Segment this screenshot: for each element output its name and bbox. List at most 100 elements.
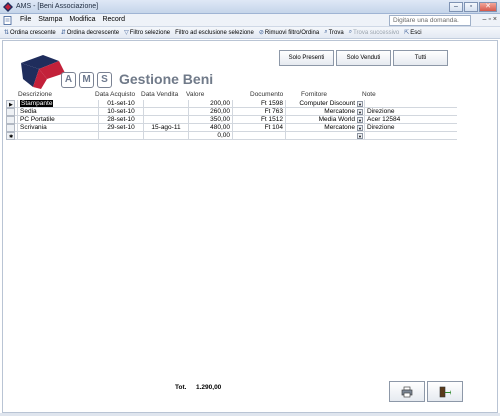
col-header-data-vendita: Data Vendita — [141, 91, 179, 98]
dropdown-arrow-icon[interactable]: ▼ — [357, 109, 363, 115]
sort-ascending-button[interactable]: ⇅ Ordina crescente — [4, 29, 56, 37]
cell-documento[interactable]: Ft 104 — [232, 124, 285, 132]
maximize-button[interactable]: ▫ — [464, 2, 478, 12]
table-row[interactable]: Sedia 10-set-10 260,00 Ft 763 Mercatone ▼… — [6, 108, 457, 116]
document-icon[interactable] — [3, 16, 12, 25]
dropdown-arrow-icon[interactable]: ▼ — [357, 133, 363, 139]
cell-documento[interactable]: Ft 1598 — [232, 100, 285, 108]
cell-note[interactable]: Direzione — [364, 124, 457, 132]
cell-fornitore[interactable]: Media World ▼ — [285, 116, 364, 124]
cell-data-vendita[interactable] — [143, 108, 188, 116]
cell-fornitore[interactable]: Computer Discount ▼ — [285, 100, 364, 108]
logo-letter-s: S — [97, 72, 112, 88]
exit-door-icon — [439, 386, 451, 397]
filter-exclusion-button[interactable]: Filtro ad esclusione selezione — [175, 29, 254, 36]
cell-descrizione[interactable]: Sedia — [17, 108, 98, 116]
new-record-selector[interactable]: ✱ — [6, 132, 15, 140]
menu-record[interactable]: Record — [102, 16, 125, 23]
record-selector[interactable] — [6, 116, 15, 124]
table-row[interactable]: PC Portatile 28-set-10 350,00 Ft 1512 Me… — [6, 116, 457, 124]
cell-valore[interactable]: 350,00 — [188, 116, 232, 124]
exit-button[interactable]: ⇱ Esci — [404, 29, 421, 37]
find-next-icon: ⌕ — [348, 29, 353, 35]
sort-descending-icon: ⇵ — [60, 30, 66, 36]
app-icon — [3, 2, 13, 12]
remove-filter-icon: ⊘ — [258, 30, 264, 36]
record-selector[interactable]: ▶ — [6, 100, 15, 108]
cell-data-acquisto[interactable]: 28-set-10 — [98, 116, 143, 124]
menu-file[interactable]: File — [20, 16, 31, 23]
cell-fornitore[interactable]: Mercatone ▼ — [285, 124, 364, 132]
cell-documento[interactable]: Ft 1512 — [232, 116, 285, 124]
cell-data-vendita[interactable] — [143, 100, 188, 108]
records-grid: ▶ Stampante 01-set-10 200,00 Ft 1598 Com… — [6, 100, 457, 140]
cell-valore[interactable]: 480,00 — [188, 124, 232, 132]
menu-bar: File Stampa Modifica Record Digitare una… — [0, 14, 500, 27]
logo-letter-a: A — [61, 72, 76, 88]
cell-data-vendita[interactable] — [143, 116, 188, 124]
col-header-fornitore: Fornitore — [301, 91, 328, 98]
col-header-documento: Documento — [250, 91, 284, 98]
sort-descending-button[interactable]: ⇵ Ordina decrescente — [60, 29, 119, 37]
record-selector[interactable] — [6, 108, 15, 116]
toolbar: ⇅ Ordina crescente ⇵ Ordina decrescente ▽ F… — [0, 27, 500, 39]
solo-presenti-button[interactable]: Solo Presenti — [279, 50, 334, 66]
cell-data-acquisto[interactable] — [98, 132, 143, 140]
print-button[interactable] — [389, 381, 425, 402]
cell-documento[interactable]: Ft 763 — [232, 108, 285, 116]
solo-venduti-button[interactable]: Solo Venduti — [336, 50, 391, 66]
cell-valore[interactable]: 0,00 — [188, 132, 232, 140]
col-header-data-acquisto: Data Acquisto — [95, 91, 136, 98]
mdi-restore-button[interactable]: ▫ — [488, 16, 490, 23]
menu-modifica[interactable]: Modifica — [69, 16, 95, 23]
ams-logo — [21, 55, 65, 89]
exit-form-button[interactable] — [427, 381, 463, 402]
new-record-row[interactable]: ✱ 0,00 ▼ — [6, 132, 457, 140]
dropdown-arrow-icon[interactable]: ▼ — [357, 125, 363, 131]
cell-descrizione[interactable]: Stampante — [17, 100, 98, 108]
cell-data-acquisto[interactable]: 10-set-10 — [98, 108, 143, 116]
cell-data-acquisto[interactable]: 01-set-10 — [98, 100, 143, 108]
cell-data-vendita[interactable]: 15-ago-11 — [143, 124, 188, 132]
mdi-minimize-button[interactable]: – — [483, 16, 487, 23]
printer-icon — [401, 386, 413, 397]
cell-data-acquisto[interactable]: 29-set-10 — [98, 124, 143, 132]
help-search-input[interactable]: Digitare una domanda. — [389, 15, 471, 26]
logo-letter-m: M — [79, 72, 94, 88]
record-selector[interactable] — [6, 124, 15, 132]
cell-fornitore[interactable]: Mercatone ▼ — [285, 108, 364, 116]
col-header-descrizione: Descrizione — [18, 91, 52, 98]
find-button[interactable]: ⌕ Trova — [324, 29, 344, 36]
minimize-button[interactable]: – — [449, 2, 463, 12]
sort-ascending-icon: ⇅ — [4, 30, 10, 36]
cell-descrizione[interactable]: PC Portatile — [17, 116, 98, 124]
form-area: A M S Gestione Beni Solo Presenti Solo V… — [2, 40, 498, 413]
table-row[interactable]: ▶ Stampante 01-set-10 200,00 Ft 1598 Com… — [6, 100, 457, 108]
cell-descrizione[interactable]: Scrivania — [17, 124, 98, 132]
dropdown-arrow-icon[interactable]: ▼ — [357, 117, 363, 123]
table-row[interactable]: Scrivania 29-set-10 15-ago-11 480,00 Ft … — [6, 124, 457, 132]
cell-note[interactable]: Acer 12584 — [364, 116, 457, 124]
filter-icon: ▽ — [124, 30, 129, 36]
menu-stampa[interactable]: Stampa — [38, 16, 62, 23]
cell-valore[interactable]: 260,00 — [188, 108, 232, 116]
cell-note[interactable] — [364, 132, 457, 140]
close-button[interactable]: ✕ — [479, 2, 497, 12]
total-label: Tot. — [175, 384, 187, 391]
cell-data-vendita[interactable] — [143, 132, 188, 140]
tutti-button[interactable]: Tutti — [393, 50, 448, 66]
mdi-close-button[interactable]: × — [493, 16, 497, 23]
remove-filter-button[interactable]: ⊘ Rimuovi filtro/Ordina — [258, 29, 319, 37]
cell-note[interactable]: Direzione — [364, 108, 457, 116]
app-title: Gestione Beni — [119, 71, 214, 87]
cell-documento[interactable] — [232, 132, 285, 140]
dropdown-arrow-icon[interactable]: ▼ — [357, 101, 363, 107]
cell-note[interactable] — [364, 100, 457, 108]
cell-valore[interactable]: 200,00 — [188, 100, 232, 108]
binoculars-icon: ⌕ — [324, 29, 328, 35]
cell-fornitore[interactable]: ▼ — [285, 132, 364, 140]
window-title: AMS - [Beni Associazione] — [16, 3, 99, 10]
find-next-button[interactable]: ⌕ Trova successivo — [349, 29, 400, 36]
filter-selection-button[interactable]: ▽ Filtro selezione — [124, 29, 170, 37]
cell-descrizione[interactable] — [17, 132, 98, 140]
